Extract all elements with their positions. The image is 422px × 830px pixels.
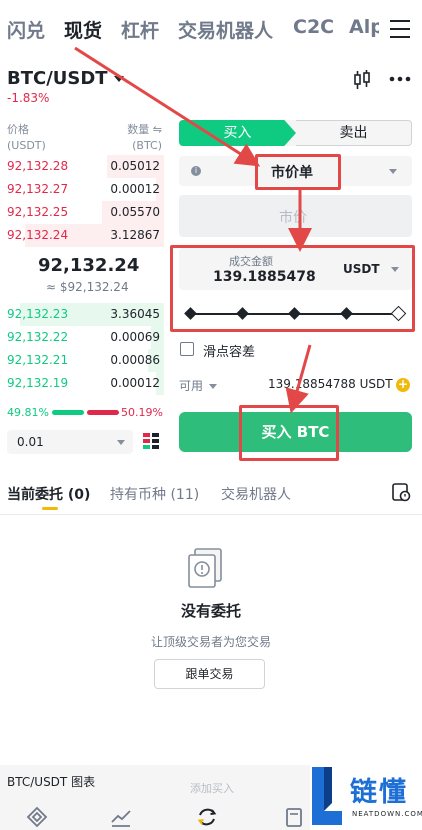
empty-orders-icon <box>188 548 222 588</box>
tab-bot-orders[interactable]: 交易机器人 <box>221 484 291 504</box>
tab-open-orders[interactable]: 当前委托 (0) <box>7 484 90 504</box>
chart-toggle[interactable]: BTC/USDT 图表 <box>7 773 95 790</box>
watermark-l-mark <box>312 767 342 825</box>
neatdown-watermark-logo: 链懂 NEATDOWN.COM <box>310 760 422 830</box>
empty-title: 没有委托 <box>180 602 241 620</box>
empty-subtitle: 让顶级交易者为您交易 <box>150 635 271 649</box>
arrow-to-buy-button <box>285 344 312 414</box>
copy-trade-button[interactable]: 跟单交易 <box>154 659 265 689</box>
trade-icon[interactable] <box>196 806 218 828</box>
tab-holdings[interactable]: 持有币种 (11) <box>110 484 199 504</box>
ghost-label: 添加买入 <box>190 782 234 795</box>
divider <box>0 514 422 515</box>
watermark-cn: 链懂 <box>350 777 408 808</box>
watermark-en: NEATDOWN.COM <box>352 810 422 818</box>
orders-tabs: 当前委托 (0) 持有币种 (11) 交易机器人 <box>0 480 422 510</box>
home-icon[interactable] <box>26 806 48 828</box>
annotation-arrows <box>74 46 312 414</box>
wallet-icon[interactable] <box>284 806 306 828</box>
order-history-icon[interactable] <box>391 482 411 502</box>
active-tab-indicator <box>42 507 58 510</box>
markets-icon[interactable] <box>110 806 132 828</box>
arrow-to-order-type <box>74 46 261 167</box>
